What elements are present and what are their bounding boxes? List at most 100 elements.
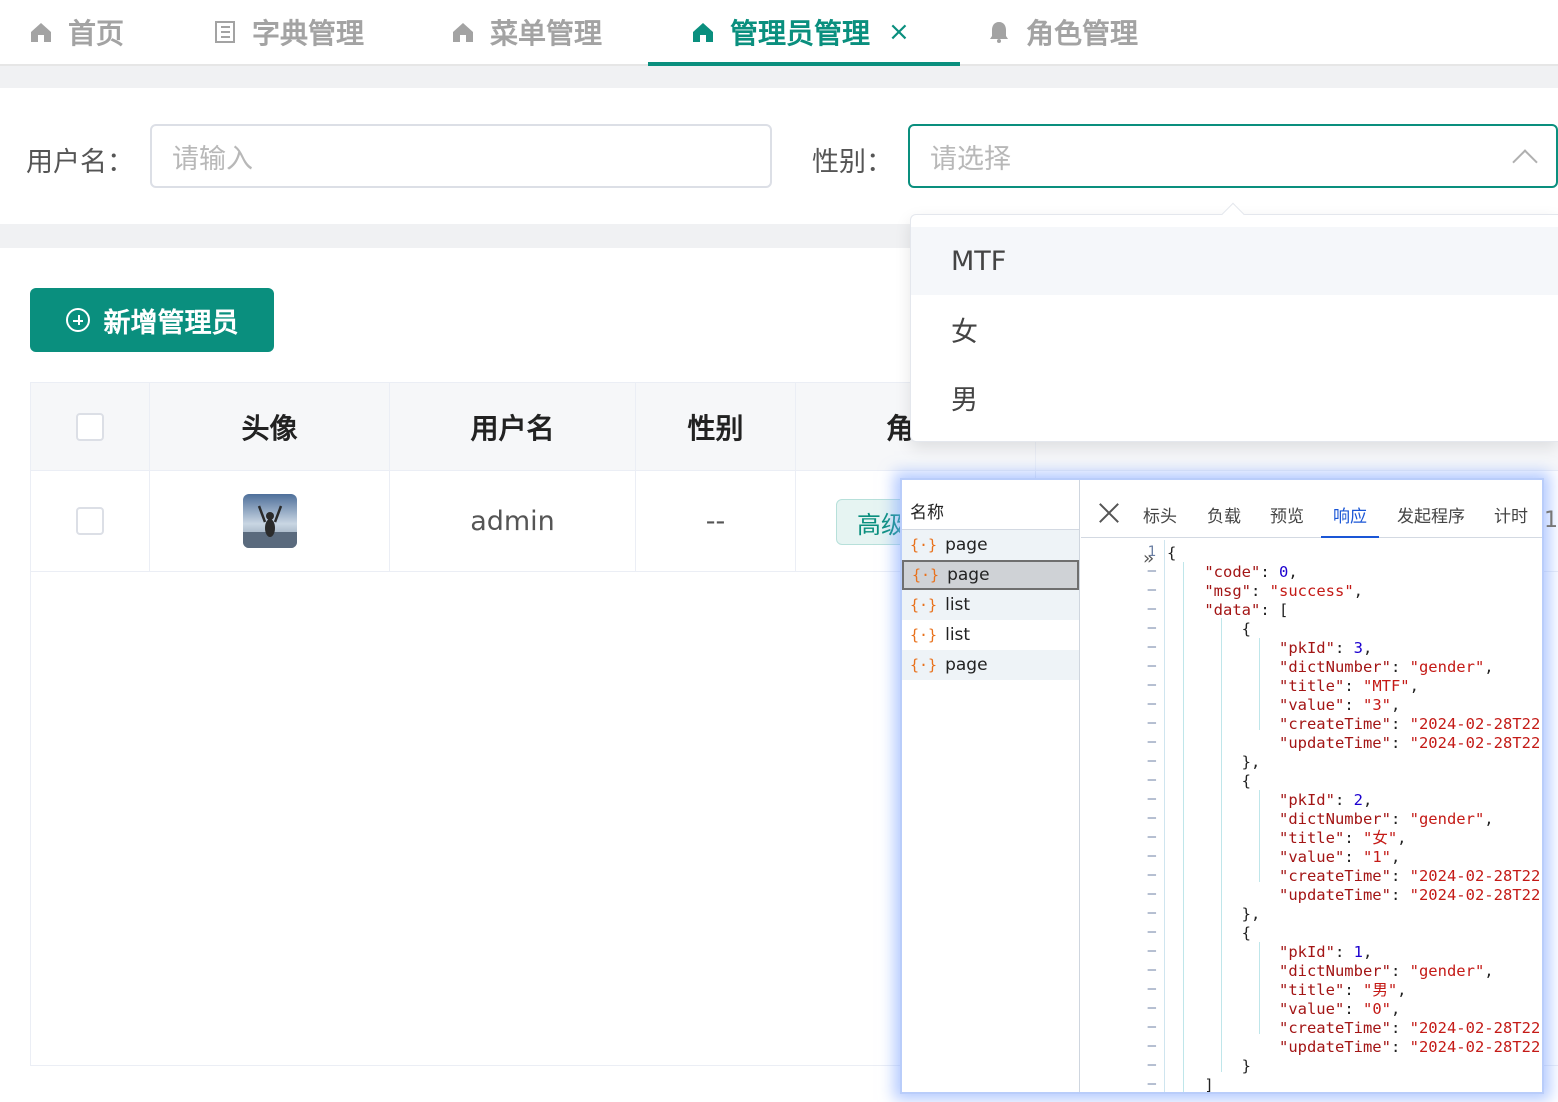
- fold-icon[interactable]: »: [1143, 548, 1154, 569]
- home-icon: [28, 19, 54, 45]
- code-line: "createTime": "2024-02-28T22: [1278, 1019, 1541, 1037]
- line-number: –: [1147, 753, 1156, 769]
- request-item[interactable]: {·} list: [902, 590, 1079, 620]
- select-all-checkbox[interactable]: [76, 412, 104, 441]
- code-line: {: [1167, 620, 1251, 638]
- code-line: "value": "3",: [1278, 696, 1401, 714]
- username-input[interactable]: 请输入: [150, 124, 772, 188]
- request-name: page: [947, 565, 990, 585]
- line-number: –: [1147, 791, 1156, 807]
- code-line: ]: [1167, 1076, 1214, 1094]
- tab-label: 角色管理: [1026, 17, 1139, 50]
- line-number: –: [1147, 639, 1156, 655]
- json-icon: {·}: [912, 566, 940, 584]
- divider-band: [0, 66, 1558, 88]
- avatar: [242, 494, 297, 548]
- avatar-cell: [150, 471, 390, 571]
- json-icon: {·}: [910, 626, 938, 644]
- option-female[interactable]: 女: [911, 295, 1558, 363]
- code-line: "pkId": 1,: [1278, 943, 1373, 961]
- code-line: "data": [: [1204, 601, 1289, 619]
- gender-select[interactable]: 请选择: [908, 124, 1558, 188]
- add-admin-button[interactable]: 新增管理员: [30, 288, 274, 352]
- line-number: –: [1147, 620, 1156, 636]
- code-line: "updateTime": "2024-02-28T22: [1278, 886, 1541, 904]
- code-line: "updateTime": "2024-02-28T22: [1278, 1038, 1541, 1056]
- code-line: "createTime": "2024-02-28T22: [1278, 715, 1541, 733]
- line-number: –: [1147, 582, 1156, 598]
- line-number: –: [1147, 981, 1156, 997]
- tab-role[interactable]: 角色管理: [986, 0, 1138, 64]
- tab-admin[interactable]: 管理员管理 ×: [648, 0, 960, 66]
- line-number: –: [1147, 696, 1156, 712]
- header-avatar: 头像: [150, 383, 390, 470]
- gender-dropdown: MTF 女 男: [910, 202, 1558, 442]
- request-item[interactable]: {·} page: [902, 530, 1079, 560]
- line-number: –: [1147, 1038, 1156, 1054]
- tab-response[interactable]: 响应: [1321, 492, 1379, 538]
- tab-preview[interactable]: 预览: [1270, 492, 1304, 536]
- request-item[interactable]: {·} page: [902, 560, 1079, 590]
- tab-home[interactable]: 首页: [28, 0, 124, 64]
- add-admin-label: 新增管理员: [103, 307, 239, 339]
- code-line: }: [1167, 1057, 1251, 1075]
- request-item[interactable]: {·} list: [902, 620, 1079, 650]
- response-viewer[interactable]: 1– – – – – – – – – – – – – – – – – – – – – – – – – – – – » { "code"…: [1081, 540, 1542, 1092]
- gender-placeholder: 请选择: [930, 143, 1011, 175]
- line-number: –: [1147, 905, 1156, 921]
- request-name: list: [945, 595, 971, 615]
- tab-payload[interactable]: 负载: [1207, 492, 1241, 536]
- header-checkbox-cell: [31, 383, 150, 470]
- tab-menu[interactable]: 菜单管理: [450, 0, 602, 64]
- row-checkbox[interactable]: [76, 507, 104, 535]
- line-number: –: [1147, 734, 1156, 750]
- code-line: {: [1167, 544, 1177, 562]
- app-root: 首页 字典管理 菜单管理 管理员管理 × 角色管理 用户名： 请输入 性别： 请…: [0, 0, 1558, 1102]
- tab-dict[interactable]: 字典管理: [212, 0, 364, 64]
- code-line: {: [1167, 772, 1251, 790]
- code-line: "title": "MTF",: [1278, 677, 1419, 695]
- code-line: "value": "1",: [1278, 848, 1401, 866]
- username-placeholder: 请输入: [172, 143, 253, 175]
- line-number: –: [1147, 1076, 1156, 1092]
- network-request-list: 名称 {·} page {·} page {·} list {·} list {·} pa…: [902, 480, 1080, 1092]
- option-male[interactable]: 男: [911, 363, 1558, 431]
- close-icon[interactable]: ×: [888, 17, 910, 47]
- request-name: list: [945, 625, 971, 645]
- row-checkbox-cell: [31, 471, 150, 571]
- json-icon: {·}: [910, 656, 938, 674]
- tab-headers[interactable]: 标头: [1143, 492, 1177, 536]
- line-number: –: [1147, 1000, 1156, 1016]
- line-number: –: [1147, 677, 1156, 693]
- line-number: –: [1147, 943, 1156, 959]
- request-name: page: [945, 655, 988, 675]
- code-line: "dictNumber": "gender",: [1278, 962, 1494, 980]
- code-line: "updateTime": "2024-02-28T22: [1278, 734, 1541, 752]
- code-line: "msg": "success",: [1204, 582, 1364, 600]
- line-number: –: [1147, 810, 1156, 826]
- code-line: "code": 0,: [1204, 563, 1298, 581]
- tab-label: 菜单管理: [490, 17, 603, 50]
- code-line: "dictNumber": "gender",: [1278, 658, 1494, 676]
- plus-circle-icon: [65, 308, 90, 332]
- line-number: –: [1147, 829, 1156, 845]
- devtools-tabs: 标头 负载 预览 响应 发起程序 计时: [1081, 492, 1542, 538]
- request-item[interactable]: {·} page: [902, 650, 1079, 680]
- line-number: –: [1147, 848, 1156, 864]
- name-column-header: 名称: [902, 492, 1079, 530]
- line-number: –: [1147, 1019, 1156, 1035]
- code-line: "value": "0",: [1278, 1000, 1401, 1018]
- tab-initiator[interactable]: 发起程序: [1397, 492, 1465, 536]
- tab-timing[interactable]: 计时: [1494, 492, 1528, 536]
- code-line: "createTime": "2024-02-28T22: [1278, 867, 1541, 885]
- line-gutter: 1– – – – – – – – – – – – – – – – – – – – – – – – – – – –: [1081, 540, 1165, 1092]
- chevron-up-icon: [1512, 149, 1538, 175]
- option-mtf[interactable]: MTF: [911, 227, 1558, 295]
- line-number: –: [1147, 886, 1156, 902]
- line-number: –: [1147, 772, 1156, 788]
- code-line: },: [1167, 753, 1261, 771]
- json-icon: {·}: [910, 596, 938, 614]
- search-form: 用户名： 请输入 性别： 请选择: [0, 88, 1558, 224]
- request-name: page: [945, 535, 988, 555]
- line-number: –: [1147, 962, 1156, 978]
